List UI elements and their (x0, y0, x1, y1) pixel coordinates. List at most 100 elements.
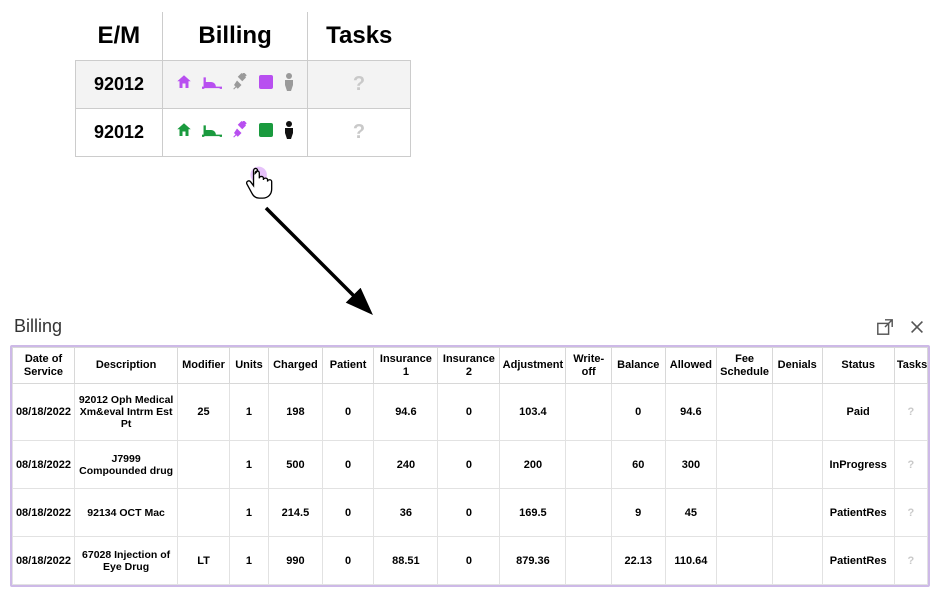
cell-status: InProgress (822, 441, 894, 489)
cursor-pointer-icon (244, 162, 288, 206)
status-square-icon[interactable] (258, 74, 274, 95)
col-ins2[interactable]: Insurance 2 (438, 348, 500, 384)
col-units[interactable]: Units (229, 348, 268, 384)
cell-patient: 0 (322, 384, 374, 441)
cell-status: PatientRes (822, 489, 894, 537)
cell-mod: LT (178, 537, 230, 585)
col-em-header: E/M (76, 12, 163, 61)
col-mod[interactable]: Modifier (178, 348, 230, 384)
cell-dos: 08/18/2022 (13, 384, 75, 441)
annotation-arrow-icon (258, 200, 388, 330)
cell-dos: 08/18/2022 (13, 441, 75, 489)
close-icon[interactable] (908, 318, 926, 336)
cell-den (772, 489, 822, 537)
cell-mod (178, 489, 230, 537)
cell-wo (566, 537, 611, 585)
syringe-icon[interactable] (231, 73, 249, 96)
col-allow[interactable]: Allowed (665, 348, 717, 384)
cell-units: 1 (229, 384, 268, 441)
col-desc[interactable]: Description (74, 348, 177, 384)
cell-status: PatientRes (822, 537, 894, 585)
billing-panel-title: Billing (14, 316, 62, 337)
billing-panel: Billing Date of Service Description Modi… (10, 316, 930, 587)
cell-charged: 198 (269, 384, 323, 441)
cell-ins2: 0 (438, 537, 500, 585)
cell-den (772, 441, 822, 489)
col-tasks-header: Tasks (308, 12, 411, 61)
syringe-icon[interactable] (231, 121, 249, 144)
cell-bal: 0 (611, 384, 665, 441)
encounter-mini-table: E/M Billing Tasks 92012 ? 92012 (75, 12, 411, 157)
home-icon[interactable] (175, 121, 193, 144)
cell-ins2: 0 (438, 441, 500, 489)
billing-row[interactable]: 08/18/202292134 OCT Mac1214.50360169.594… (13, 489, 928, 537)
cell-allow: 94.6 (665, 384, 717, 441)
cell-fee (717, 537, 773, 585)
cell-mod: 25 (178, 384, 230, 441)
col-charged[interactable]: Charged (269, 348, 323, 384)
cell-adj: 103.4 (500, 384, 566, 441)
bed-icon[interactable] (202, 121, 222, 144)
col-billing-header: Billing (163, 12, 308, 61)
cell-mod (178, 441, 230, 489)
cell-tasks[interactable]: ? (894, 489, 927, 537)
cell-adj: 879.36 (500, 537, 566, 585)
billing-row[interactable]: 08/18/2022J7999 Compounded drug150002400… (13, 441, 928, 489)
cell-bal: 9 (611, 489, 665, 537)
tasks-indicator[interactable]: ? (308, 61, 411, 109)
billing-row[interactable]: 08/18/202267028 Injection of Eye DrugLT1… (13, 537, 928, 585)
cell-tasks[interactable]: ? (894, 537, 927, 585)
cell-wo (566, 384, 611, 441)
cell-fee (717, 384, 773, 441)
billing-table: Date of Service Description Modifier Uni… (12, 347, 928, 585)
cell-charged: 214.5 (269, 489, 323, 537)
billing-table-header-row: Date of Service Description Modifier Uni… (13, 348, 928, 384)
encounter-row[interactable]: 92012 ? (76, 61, 411, 109)
col-status[interactable]: Status (822, 348, 894, 384)
cell-ins1: 240 (374, 441, 438, 489)
billing-icons-cell[interactable] (163, 109, 308, 157)
cell-bal: 60 (611, 441, 665, 489)
col-tasks[interactable]: Tasks (894, 348, 927, 384)
cell-tasks[interactable]: ? (894, 384, 927, 441)
em-code: 92012 (76, 109, 163, 157)
bed-icon[interactable] (202, 73, 222, 96)
em-code: 92012 (76, 61, 163, 109)
col-adj[interactable]: Adjustment (500, 348, 566, 384)
billing-icons-cell[interactable] (163, 61, 308, 109)
cell-dos: 08/18/2022 (13, 537, 75, 585)
cell-units: 1 (229, 441, 268, 489)
col-bal[interactable]: Balance (611, 348, 665, 384)
cell-adj: 169.5 (500, 489, 566, 537)
cell-charged: 500 (269, 441, 323, 489)
encounter-row[interactable]: 92012 ? (76, 109, 411, 157)
popout-icon[interactable] (876, 318, 894, 336)
cell-desc: 92134 OCT Mac (74, 489, 177, 537)
status-square-icon[interactable] (258, 122, 274, 143)
col-dos[interactable]: Date of Service (13, 348, 75, 384)
cell-patient: 0 (322, 441, 374, 489)
col-den[interactable]: Denials (772, 348, 822, 384)
cell-fee (717, 441, 773, 489)
cell-units: 1 (229, 489, 268, 537)
cell-wo (566, 441, 611, 489)
person-icon[interactable] (283, 121, 295, 144)
cell-den (772, 537, 822, 585)
cell-allow: 45 (665, 489, 717, 537)
col-ins1[interactable]: Insurance 1 (374, 348, 438, 384)
home-icon[interactable] (175, 73, 193, 96)
cell-ins2: 0 (438, 489, 500, 537)
cell-ins1: 94.6 (374, 384, 438, 441)
person-icon[interactable] (283, 73, 295, 96)
cell-tasks[interactable]: ? (894, 441, 927, 489)
cell-allow: 300 (665, 441, 717, 489)
cell-units: 1 (229, 537, 268, 585)
tasks-indicator[interactable]: ? (308, 109, 411, 157)
cell-adj: 200 (500, 441, 566, 489)
col-patient[interactable]: Patient (322, 348, 374, 384)
cell-allow: 110.64 (665, 537, 717, 585)
col-fee[interactable]: Fee Schedule (717, 348, 773, 384)
billing-row[interactable]: 08/18/202292012 Oph Medical Xm&eval Intr… (13, 384, 928, 441)
col-wo[interactable]: Write-off (566, 348, 611, 384)
cell-ins1: 36 (374, 489, 438, 537)
